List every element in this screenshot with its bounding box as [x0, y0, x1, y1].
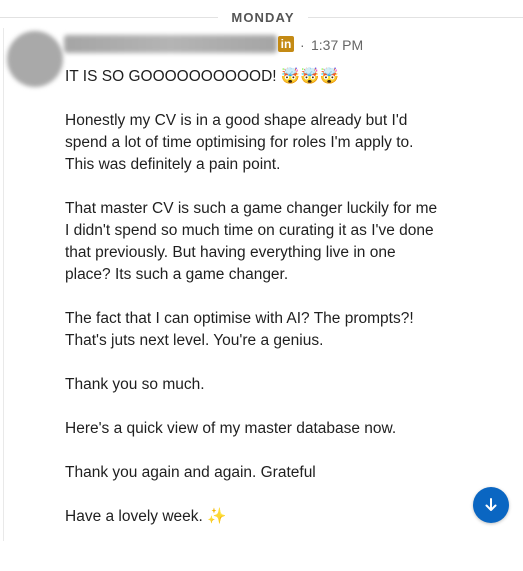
message-paragraph: That master CV is such a game changer lu…	[65, 200, 438, 283]
linkedin-icon: in	[278, 36, 294, 52]
message-paragraph: Honestly my CV is in a good shape alread…	[65, 112, 414, 173]
day-divider: MONDAY	[0, 6, 523, 26]
conversation-edge	[3, 28, 4, 541]
message-line: Thank you so much.	[65, 376, 205, 393]
message-line: Thank you again and again. Grateful	[65, 464, 316, 481]
message-line: Have a lovely week. ✨	[65, 508, 227, 525]
divider-line-right	[308, 17, 523, 18]
message-line: Here's a quick view of my master databas…	[65, 420, 397, 437]
message-paragraph: The fact that I can optimise with AI? Th…	[65, 310, 414, 349]
message-body: IT IS SO GOOOOOOOOOOD! 🤯🤯🤯 Honestly my C…	[65, 66, 465, 550]
sender-name-redacted[interactable]	[64, 35, 277, 53]
avatar[interactable]	[7, 31, 63, 87]
scroll-to-bottom-button[interactable]	[473, 487, 509, 523]
message-line: IT IS SO GOOOOOOOOOOD! 🤯🤯🤯	[65, 68, 339, 85]
message-timestamp: 1:37 PM	[311, 37, 364, 53]
arrow-down-icon	[485, 498, 497, 511]
meta-separator: ·	[300, 37, 305, 53]
